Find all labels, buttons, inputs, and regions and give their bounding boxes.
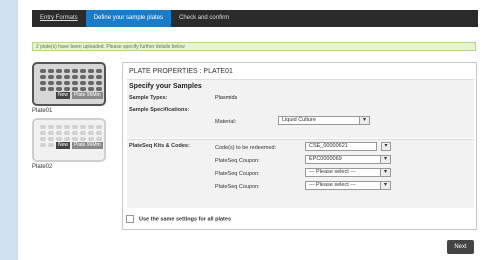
specify-samples-heading: Specify your Samples [129, 83, 202, 90]
codes-label: Code(s) to be redeemed: [215, 145, 277, 151]
coupon-select-3[interactable]: --- Please select --- ▾ [305, 181, 391, 190]
chevron-down-icon: ▾ [359, 117, 369, 124]
plate-thumbnail-2[interactable]: New Plate 96Mm [32, 118, 106, 162]
well-grid [40, 69, 102, 91]
wizard-tabs: Entry Formats Define your sample plates … [32, 10, 478, 27]
new-badge: New [56, 92, 71, 99]
sample-types-value: Plasmids [215, 95, 238, 101]
upload-notice: 2 plate(s) have been uploaded. Please sp… [32, 42, 476, 51]
coupon-label-2: PlateSeq Coupon: [215, 171, 260, 177]
sample-specs-label: Sample Specifications: [129, 107, 190, 113]
coupon-select-2[interactable]: --- Please select --- ▾ [305, 168, 391, 177]
material-label: Material: [215, 119, 237, 125]
material-select[interactable]: Liquid Culture ▾ [278, 116, 370, 125]
material-value: Liquid Culture [282, 117, 316, 123]
plate-type-badge: Plate 96Mm [72, 142, 103, 149]
tab-define-sample-plates[interactable]: Define your sample plates [85, 10, 172, 27]
coupon-label-3: PlateSeq Coupon: [215, 184, 260, 190]
plate-properties-panel: PLATE PROPERTIES : PLATE01 Specify your … [122, 62, 477, 230]
chevron-down-icon: ▾ [381, 143, 390, 150]
chevron-down-icon: ▾ [380, 169, 390, 176]
kits-codes-label: PlateSeq Kits & Codes: [129, 143, 190, 149]
tab-check-and-confirm[interactable]: Check and confirm [171, 10, 237, 27]
plate-thumbnail-1[interactable]: New Plate 96Mm [32, 62, 106, 106]
coupon-value-1: EPC0000069 [309, 156, 342, 162]
plate-type-badge: Plate 96Mm [72, 92, 103, 99]
coupon-label-1: PlateSeq Coupon: [215, 158, 260, 164]
same-settings-label: Use the same settings for all plates [139, 216, 232, 223]
sample-types-label: Sample Types: [129, 95, 168, 101]
same-settings-checkbox[interactable] [126, 215, 134, 223]
new-badge: New [56, 142, 71, 149]
tab-entry-formats[interactable]: Entry Formats [32, 10, 86, 27]
coupon-select-1[interactable]: EPC0000069 ▾ [305, 155, 391, 164]
background-strip [0, 0, 18, 260]
same-settings-row[interactable]: Use the same settings for all plates [126, 215, 231, 223]
next-button[interactable]: Next [447, 240, 474, 254]
kits-section [127, 139, 474, 208]
code-dropdown[interactable]: ▾ [381, 142, 391, 151]
coupon-value-2: --- Please select --- [309, 169, 356, 175]
panel-title: PLATE PROPERTIES : PLATE01 [129, 68, 233, 75]
chevron-down-icon: ▾ [380, 156, 390, 163]
coupon-value-3: --- Please select --- [309, 182, 356, 188]
chevron-down-icon: ▾ [380, 182, 390, 189]
plate-label-1: Plate01 [32, 108, 53, 114]
code-input[interactable]: CSE_00000621 [305, 142, 377, 151]
plate-label-2: Plate02 [32, 164, 53, 170]
